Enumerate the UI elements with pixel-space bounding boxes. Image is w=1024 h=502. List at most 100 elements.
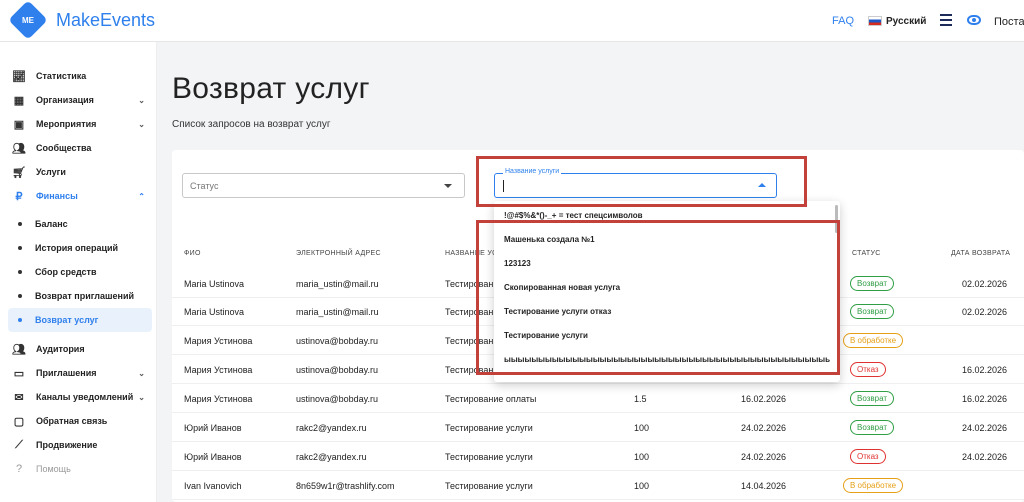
provider-label[interactable]: Постав [994,16,1024,28]
status-badge: Возврат [850,391,894,406]
status-badge: В обработке [843,478,904,493]
sidebar-item-label: Обратная связь [36,416,108,426]
cell-email: maria_ustin@mail.ru [296,279,379,289]
top-bar: ME MakeEvents FAQ Русский Постав [0,0,1024,42]
sidebar-item-audience[interactable]: 👥︎ Аудитория [0,337,157,361]
chevron-down-icon: ⌄ [138,392,145,402]
sidebar-subitem-history[interactable]: История операций [0,236,157,260]
status-badge: Отказ [850,449,886,464]
dropdown-option[interactable]: !@#$%&*()-_+ = тест спецсимволов [504,211,830,220]
logo-text: ME [22,15,34,25]
sidebar-subitem-label: Баланс [35,219,68,229]
header-name[interactable]: ФИО [184,250,201,257]
chart-icon: 📈︎ [12,70,26,83]
cell-amount: 100 [634,423,650,433]
audience-icon: 👥︎ [12,343,26,356]
sidebar-item-help[interactable]: ? Помощь [0,457,157,481]
sidebar-item-events[interactable]: ▣ Мероприятия ⌄ [0,112,157,136]
status-badge: Возврат [850,276,894,291]
cell-name: Maria Ustinova [184,279,245,289]
cell-email: ustinova@bobday.ru [296,394,379,404]
sidebar-subitem-fundraising[interactable]: Сбор средств [0,260,157,284]
faq-link[interactable]: FAQ [832,15,854,27]
cart-icon: 🛒︎ [12,166,26,179]
cell-return-date: 24.02.2026 [962,423,1008,433]
cell-service: Тестирование услуги [445,423,533,433]
sidebar-item-feedback[interactable]: ▢ Обратная связь [0,409,157,433]
sidebar-subitem-label: Сбор средств [35,267,97,277]
list-icon[interactable] [940,14,952,26]
mail-icon: ✉ [14,391,24,404]
sidebar-item-services[interactable]: 🛒︎ Услуги [0,160,157,184]
sidebar-item-invitations[interactable]: ▭ Приглашения ⌄ [0,361,157,385]
bullet-icon [18,270,22,274]
cell-date: 16.02.2026 [741,394,787,404]
page-title: Возврат услуг [172,72,370,105]
cell-name: Юрий Иванов [184,423,242,433]
sidebar-item-label: Статистика [36,71,87,81]
sidebar-item-label: Услуги [36,167,66,177]
cell-return-date: 02.02.2026 [962,307,1008,317]
cell-service: Тестирование услуги [445,452,533,462]
header-return-date[interactable]: ДАТА ВОЗВРАТА [951,250,1010,257]
header-email[interactable]: ЭЛЕКТРОННЫЙ АДРЕС [296,250,381,257]
bullet-icon [18,294,22,298]
cell-email: rakc2@yandex.ru [296,423,367,433]
sidebar-item-finance[interactable]: ₽ Финансы ⌃ [0,184,157,208]
people-icon: 👥︎ [12,142,26,155]
header-status[interactable]: СТАТУС [852,250,881,257]
cell-email: maria_ustin@mail.ru [296,307,379,317]
status-select[interactable]: Статус [182,173,465,198]
chevron-down-icon: ⌄ [138,119,145,129]
cell-name: Мария Устинова [184,336,253,346]
status-badge: Возврат [850,420,894,435]
building-icon: ▦ [13,94,25,107]
sidebar-item-promotion[interactable]: ⟋ Продвижение [0,433,157,457]
sidebar-item-label: Аудитория [36,344,85,354]
sidebar-subitem-label: Возврат приглашений [35,291,135,301]
sidebar-subitem-invitation-refunds[interactable]: Возврат приглашений [0,284,157,308]
sidebar-subitem-service-refunds[interactable]: Возврат услуг [8,308,152,332]
status-badge: Отказ [850,362,886,377]
highlight-frame-options [476,220,840,375]
caret-down-icon [444,184,452,188]
cell-name: Maria Ustinova [184,307,245,317]
cell-name: Мария Устинова [184,394,253,404]
bullet-icon [18,318,22,322]
cell-name: Ivan Ivanovich [184,481,242,491]
sidebar-item-label: Финансы [36,191,78,201]
sidebar-item-organization[interactable]: ▦ Организация ⌄ [0,88,157,112]
status-badge: Возврат [850,304,894,319]
sidebar-item-communities[interactable]: 👥︎ Сообщества [0,136,157,160]
cell-email: 8n659w1r@trashlify.com [296,481,395,491]
cell-service: Тестирование услуги [445,481,533,491]
cell-email: ustinova@bobday.ru [296,336,379,346]
sidebar-item-notification-channels[interactable]: ✉ Каналы уведомлений ⌄ [0,385,157,409]
cell-date: 24.02.2026 [741,423,787,433]
cell-service: Тестирование оплаты [445,394,537,404]
russian-flag-icon[interactable] [868,16,882,26]
calendar-icon: ▣ [13,118,25,131]
bullet-icon [18,246,22,250]
cell-date: 24.02.2026 [741,452,787,462]
cell-amount: 1.5 [634,394,647,404]
cell-email: rakc2@yandex.ru [296,452,367,462]
chevron-up-icon: ⌃ [138,191,145,201]
sidebar-item-label: Организация [36,95,94,105]
cell-amount: 100 [634,481,650,491]
sidebar-item-label: Каналы уведомлений [36,392,134,402]
cell-name: Мария Устинова [184,365,253,375]
sidebar-item-label: Мероприятия [36,119,97,129]
cell-return-date: 02.02.2026 [962,279,1008,289]
cell-name: Юрий Иванов [184,452,242,462]
sidebar-item-statistics[interactable]: 📈︎ Статистика [0,64,157,88]
chevron-down-icon: ⌄ [138,368,145,378]
eye-icon[interactable] [967,15,981,25]
sidebar-item-label: Помощь [36,464,71,474]
app-name[interactable]: MakeEvents [56,10,155,31]
sidebar-subitem-balance[interactable]: Баланс [0,212,157,236]
sidebar-subitem-label: История операций [35,243,119,253]
cell-return-date: 16.02.2026 [962,365,1008,375]
language-selector[interactable]: Русский [886,16,926,27]
cell-return-date: 16.02.2026 [962,394,1008,404]
